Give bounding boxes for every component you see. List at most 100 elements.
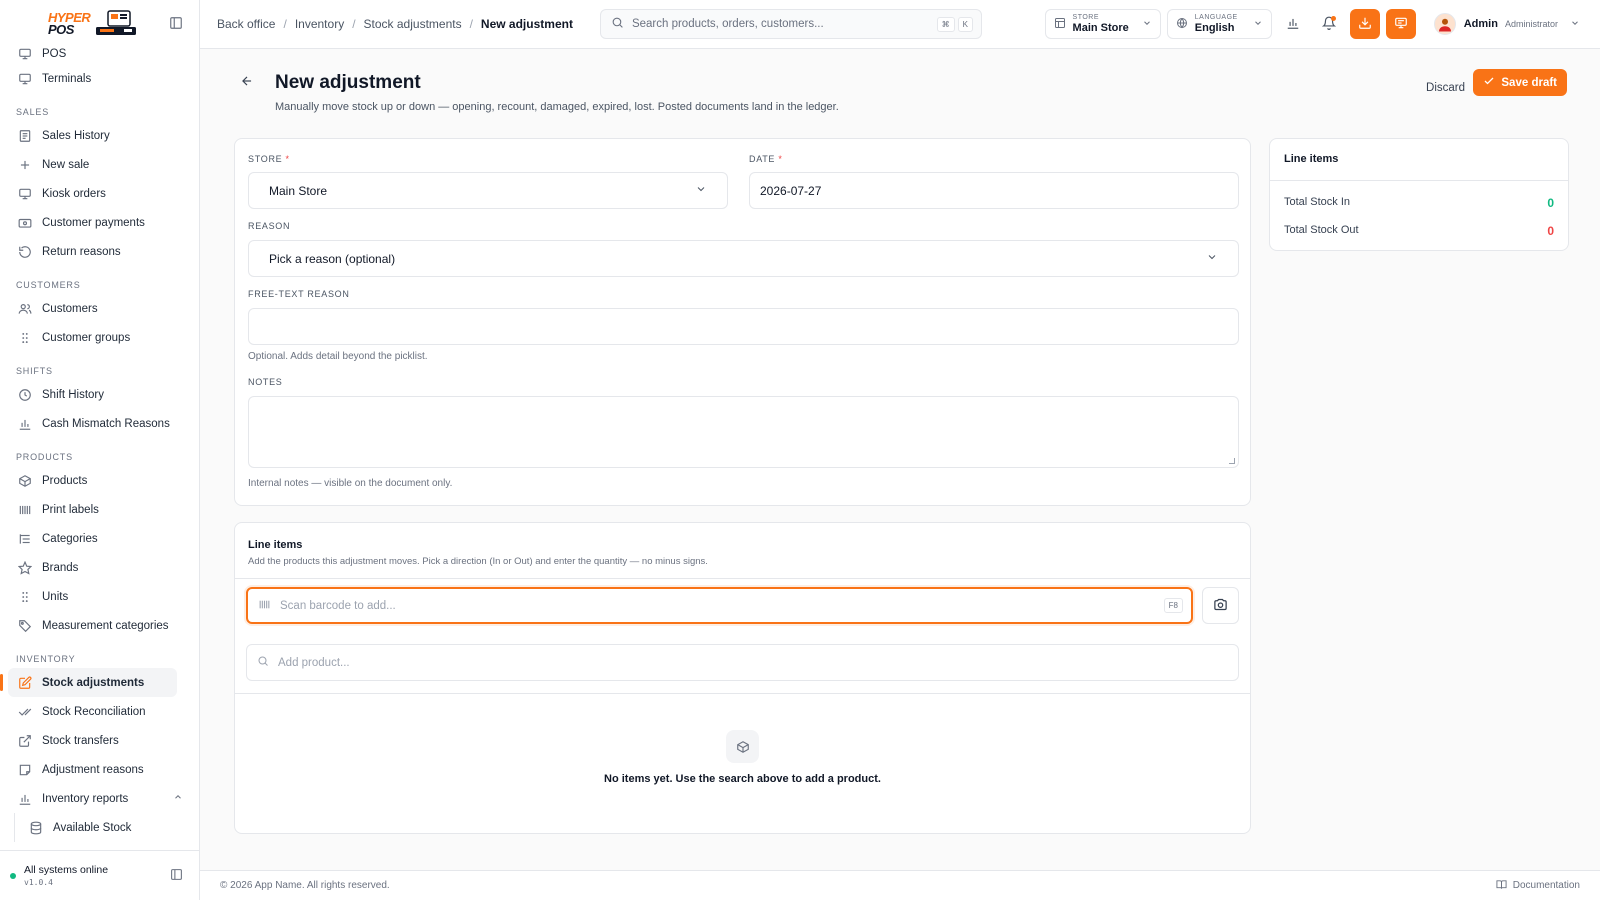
sidebar-item-terminals[interactable]: Terminals [0, 64, 199, 93]
sidebar-item-print-labels[interactable]: Print labels [0, 495, 199, 524]
grip-icon [18, 331, 32, 345]
sidebar-item-label: Products [42, 474, 88, 487]
sidebar-toggle-icon[interactable] [170, 868, 183, 884]
edit-icon [18, 676, 32, 690]
barcode-icon [18, 503, 32, 517]
bar-chart-icon [18, 792, 32, 806]
sidebar-item-customer-payments[interactable]: Customer payments [0, 208, 199, 237]
store-select[interactable]: Main Store [248, 172, 728, 209]
divider [235, 693, 1250, 694]
sidebar-item-kiosk-orders[interactable]: Kiosk orders [0, 179, 199, 208]
search-icon [257, 655, 269, 670]
sidebar-item-label: Customers [42, 302, 98, 315]
back-arrow-icon[interactable] [240, 74, 254, 91]
copyright-text: © 2026 App Name. All rights reserved. [220, 880, 390, 891]
save-draft-label: Save draft [1501, 76, 1557, 89]
store-select-value: Main Store [269, 183, 328, 198]
database-icon [29, 821, 43, 835]
sidebar-item-measurement-categories[interactable]: Measurement categories [0, 611, 199, 640]
documentation-link[interactable]: Documentation [1496, 879, 1580, 893]
save-draft-button[interactable]: Save draft [1473, 69, 1567, 96]
system-status: All systems online [24, 864, 109, 876]
chevron-up-icon[interactable] [173, 792, 183, 805]
resize-handle[interactable] [1229, 458, 1235, 464]
store-picker-value: Main Store [1072, 21, 1129, 34]
line-items-summary-card: Line items Total Stock In 0 Total Stock … [1269, 138, 1569, 251]
sidebar-item-label: Available Stock [53, 821, 132, 834]
sidebar-item-units[interactable]: Units [0, 582, 199, 611]
sidebar-item-new-sale[interactable]: New sale [0, 150, 199, 179]
language-picker[interactable]: LANGUAGE English [1166, 9, 1272, 39]
search-icon [611, 16, 624, 32]
sidebar-item-adjustment-reasons[interactable]: Adjustment reasons [0, 755, 199, 784]
store-icon [1054, 17, 1066, 32]
sidebar-item-label: Stock Reconciliation [42, 705, 146, 718]
sidebar-item-label: Customer groups [42, 331, 131, 344]
sidebar-item-stock-reconciliation[interactable]: Stock Reconciliation [0, 697, 199, 726]
sidebar-item-inventory-reports[interactable]: Inventory reports [0, 784, 199, 813]
download-button[interactable] [1349, 9, 1380, 39]
breadcrumb-inventory[interactable]: Inventory [295, 17, 344, 31]
sidebar-item-customers[interactable]: Customers [0, 294, 199, 323]
date-input[interactable]: 2026-07-27 [749, 172, 1239, 209]
chevron-down-icon [1570, 17, 1580, 31]
monitor-icon [18, 47, 32, 61]
global-search-input[interactable]: Search products, orders, customers... ⌘ … [599, 9, 982, 39]
page-header: New adjustment Manually move stock up or… [235, 49, 1567, 129]
breadcrumb-back-office[interactable]: Back office [217, 17, 275, 31]
sidebar-item-pos[interactable]: POS [0, 44, 199, 64]
tag-icon [18, 619, 32, 633]
sidebar-section-title: PRODUCTS [16, 452, 73, 462]
chevron-down-icon [1253, 17, 1263, 31]
download-icon [1358, 16, 1372, 33]
sidebar-item-stock-transfers[interactable]: Stock transfers [0, 726, 199, 755]
reason-select[interactable]: Pick a reason (optional) [248, 240, 1239, 277]
sidebar-item-cash-mismatch-reasons[interactable]: Cash Mismatch Reasons [0, 409, 199, 438]
breadcrumb-current: New adjustment [480, 17, 573, 31]
sidebar-item-categories[interactable]: Categories [0, 524, 199, 553]
sidebar-item-customer-groups[interactable]: Customer groups [0, 323, 199, 352]
adjustment-form-card: STORE * Main Store DATE * 2026-07-27 REA… [234, 138, 1251, 506]
brand-logo[interactable]: HYPER POS [48, 10, 138, 38]
line-items-card: Line items Add the products this adjustm… [234, 522, 1251, 834]
sidebar-item-return-reasons[interactable]: Return reasons [0, 237, 199, 266]
notes-textarea[interactable] [248, 396, 1239, 468]
sidebar-item-stock-adjustments[interactable]: Stock adjustments [0, 668, 177, 697]
sidebar: HYPER POS POS Terminals SALES Sales Hist… [0, 0, 200, 900]
camera-scan-button[interactable] [1202, 587, 1239, 624]
globe-icon [1176, 17, 1188, 32]
clock-icon [18, 388, 32, 402]
external-link-icon [18, 734, 32, 748]
monitor-icon [18, 72, 32, 86]
sidebar-item-sales-history[interactable]: Sales History [0, 121, 199, 150]
barcode-scan-input[interactable]: Scan barcode to add... F8 [246, 587, 1193, 624]
search-placeholder: Search products, orders, customers... [631, 18, 824, 30]
language-picker-label: LANGUAGE [1194, 14, 1238, 22]
total-stock-out-label: Total Stock Out [1284, 224, 1359, 236]
store-picker[interactable]: STORE Main Store [1044, 9, 1161, 39]
box-icon [726, 730, 759, 763]
sidebar-item-label: Sales History [42, 129, 110, 142]
topbar: Back office / Inventory / Stock adjustme… [200, 0, 1600, 49]
sidebar-item-brands[interactable]: Brands [0, 553, 199, 582]
sidebar-item-products[interactable]: Products [0, 466, 199, 495]
sidebar-section-title: INVENTORY [16, 654, 76, 664]
total-stock-in-label: Total Stock In [1284, 196, 1351, 208]
breadcrumb-stock-adjustments[interactable]: Stock adjustments [364, 17, 462, 31]
add-product-placeholder: Add product... [278, 656, 350, 669]
discard-button[interactable]: Discard [1416, 74, 1475, 102]
sidebar-item-shift-history[interactable]: Shift History [0, 380, 199, 409]
free-text-reason-label: FREE-TEXT REASON [248, 289, 350, 299]
language-picker-value: English [1194, 21, 1235, 34]
open-pos-button[interactable] [1385, 9, 1416, 39]
bar-chart-icon [1286, 16, 1300, 33]
notifications-button[interactable] [1314, 9, 1344, 39]
sidebar-item-available-stock[interactable]: Available Stock [14, 813, 199, 842]
notes-label: NOTES [248, 377, 283, 387]
collapse-sidebar-icon[interactable] [169, 16, 183, 33]
add-product-input[interactable]: Add product... [246, 644, 1239, 681]
total-stock-out-row: Total Stock Out 0 [1284, 224, 1554, 238]
free-text-reason-input[interactable] [248, 308, 1239, 345]
reports-button[interactable] [1278, 9, 1308, 39]
user-menu[interactable]: Admin Administrator [1433, 13, 1580, 35]
